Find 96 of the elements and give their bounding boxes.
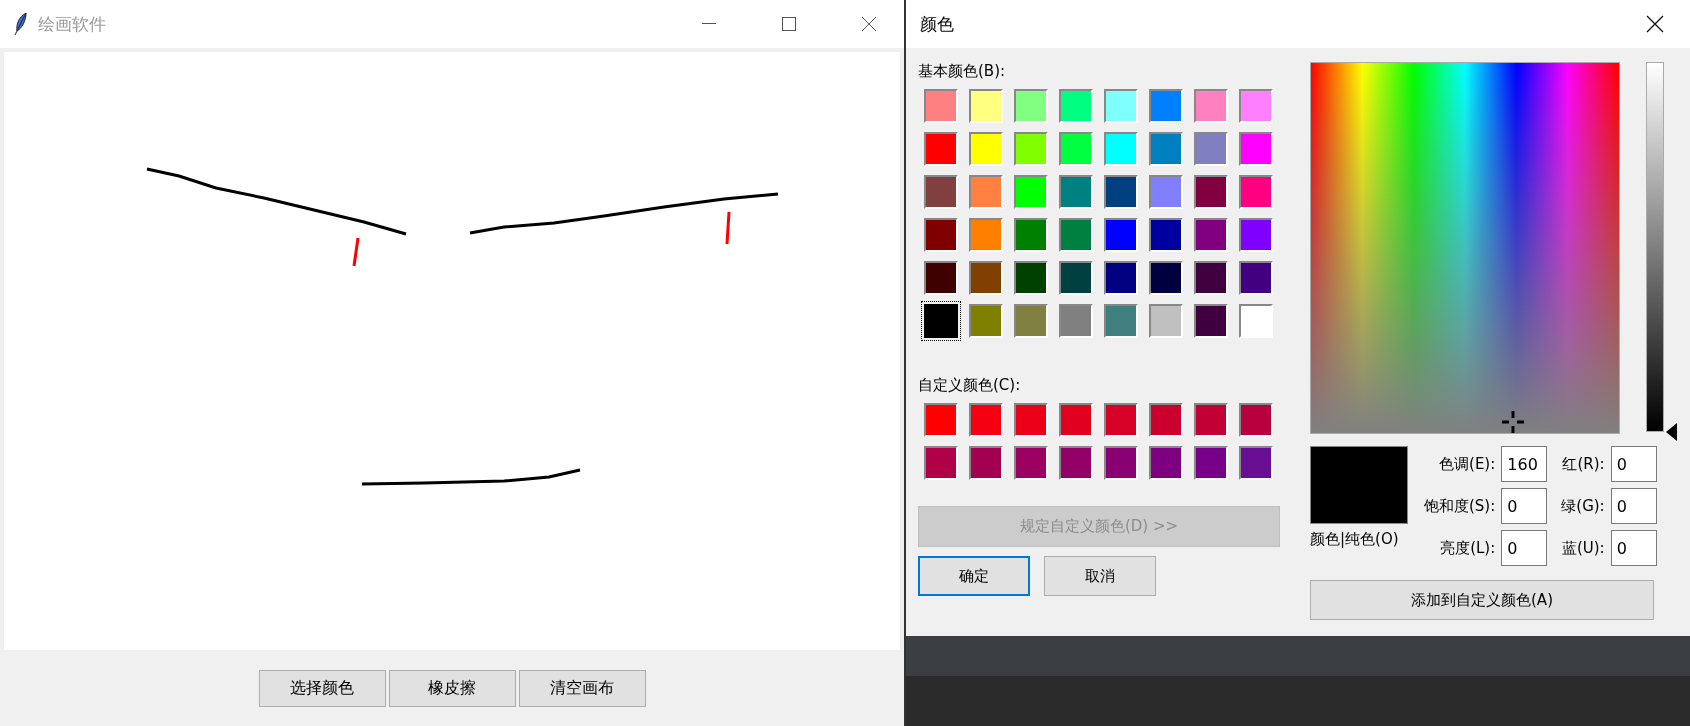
color-swatch[interactable] [924,446,958,480]
add-custom-color-button[interactable]: 添加到自定义颜色(A) [1310,580,1654,620]
maximize-icon[interactable] [782,17,796,31]
color-swatch[interactable] [1239,446,1273,480]
input-field[interactable]: 0 [1610,530,1657,566]
color-swatch[interactable] [1239,261,1273,295]
color-swatch[interactable] [1194,218,1228,252]
input-field[interactable]: 160 [1501,446,1548,482]
color-swatch[interactable] [924,175,958,209]
cancel-button[interactable]: 取消 [1044,556,1156,596]
color-swatch[interactable] [1194,132,1228,166]
color-swatch[interactable] [1239,218,1273,252]
color-swatch[interactable] [1104,218,1138,252]
color-swatch[interactable] [969,89,1003,123]
color-swatch[interactable] [1059,89,1093,123]
minimize-icon[interactable] [702,23,716,25]
color-swatch[interactable] [1059,218,1093,252]
input-field[interactable]: 0 [1501,488,1548,524]
input-field[interactable]: 0 [1610,488,1657,524]
preview-label: 颜色|纯色(O) [1310,530,1400,549]
color-swatch[interactable] [969,446,1003,480]
color-swatch[interactable] [1059,132,1093,166]
toolbar-button[interactable]: 橡皮擦 [388,669,516,707]
luminance-bar[interactable] [1646,62,1664,432]
field-label: 饱和度(S): [1424,496,1496,516]
color-swatch[interactable] [924,218,958,252]
color-swatch[interactable] [1239,132,1273,166]
color-swatch[interactable] [1059,261,1093,295]
color-swatch[interactable] [1014,304,1048,338]
color-swatch[interactable] [1059,175,1093,209]
color-swatch[interactable] [924,304,958,338]
color-swatch[interactable] [1149,304,1183,338]
color-swatch[interactable] [969,218,1003,252]
color-swatch[interactable] [1014,89,1048,123]
toolbar-button[interactable]: 选择颜色 [258,669,386,707]
color-swatch[interactable] [1104,403,1138,437]
color-swatch[interactable] [1059,446,1093,480]
input-field[interactable]: 0 [1610,446,1657,482]
color-swatch[interactable] [1239,403,1273,437]
color-swatch[interactable] [1014,403,1048,437]
color-swatch[interactable] [1149,446,1183,480]
feather-icon [14,12,28,36]
field-label: 红(R): [1561,454,1605,474]
color-swatch[interactable] [1149,132,1183,166]
color-swatch[interactable] [1149,218,1183,252]
ok-button[interactable]: 确定 [918,556,1030,596]
color-swatch[interactable] [1194,89,1228,123]
color-swatch[interactable] [1194,261,1228,295]
toolbar-button[interactable]: 清空画布 [518,669,646,707]
color-swatch[interactable] [1104,175,1138,209]
triangle-icon[interactable] [1666,423,1677,441]
color-swatch[interactable] [969,132,1003,166]
color-swatch[interactable] [1104,89,1138,123]
color-swatch[interactable] [969,403,1003,437]
window-title: 绘画软件 [38,12,107,36]
color-swatch[interactable] [1149,261,1183,295]
field-label: 蓝(U): [1561,538,1605,558]
color-swatch[interactable] [1194,403,1228,437]
color-swatch[interactable] [1104,132,1138,166]
custom-colors-label: 自定义颜色(C): [918,376,1022,395]
color-swatch[interactable] [924,89,958,123]
crosshair-icon[interactable] [1502,411,1525,433]
color-swatch[interactable] [1239,304,1273,338]
color-swatch[interactable] [1059,403,1093,437]
color-swatch[interactable] [924,403,958,437]
color-swatch[interactable] [1104,446,1138,480]
color-swatch[interactable] [1194,446,1228,480]
color-swatch[interactable] [1014,261,1048,295]
color-swatch[interactable] [1014,446,1048,480]
close-icon[interactable] [861,16,877,32]
close-icon[interactable] [1646,15,1664,33]
color-swatch[interactable] [969,304,1003,338]
field-label: 亮度(L): [1439,538,1496,558]
color-swatch[interactable] [1104,261,1138,295]
basic-colors-label: 基本颜色(B): [918,62,1007,81]
color-swatch[interactable] [969,261,1003,295]
input-field[interactable]: 0 [1501,530,1548,566]
color-swatch[interactable] [1059,304,1093,338]
color-swatch[interactable] [1239,89,1273,123]
color-swatch[interactable] [924,261,958,295]
color-swatch[interactable] [1014,175,1048,209]
color-swatch[interactable] [924,132,958,166]
dialog-title: 颜色 [920,12,955,36]
color-swatch[interactable] [1149,175,1183,209]
color-swatch[interactable] [1014,132,1048,166]
color-swatch[interactable] [1149,403,1183,437]
color-spectrum[interactable] [1310,62,1620,434]
color-swatch[interactable] [1104,304,1138,338]
color-swatch[interactable] [1194,175,1228,209]
field-label: 色调(E): [1438,454,1496,474]
color-swatch[interactable] [1239,175,1273,209]
field-label: 绿(G): [1561,496,1605,516]
color-swatch[interactable] [1149,89,1183,123]
color-swatch[interactable] [1194,304,1228,338]
color-swatch[interactable] [1014,218,1048,252]
color-swatch[interactable] [969,175,1003,209]
